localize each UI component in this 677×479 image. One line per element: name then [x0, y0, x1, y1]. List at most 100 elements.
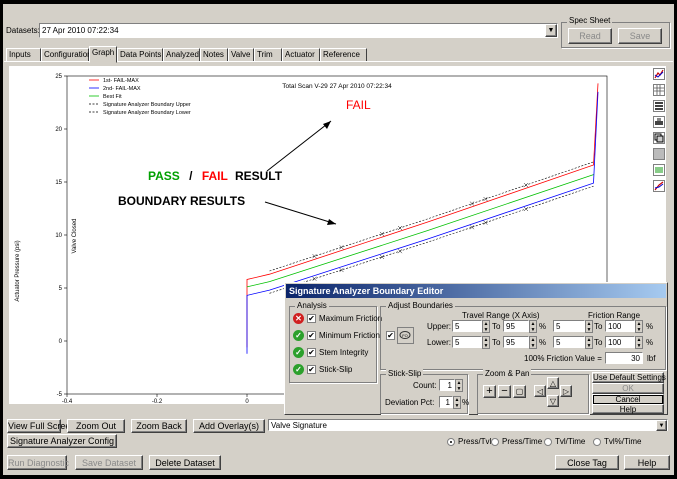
- boundary-annotation: BOUNDARY RESULTS: [118, 194, 245, 208]
- tab-analyzed[interactable]: Analyzed: [163, 48, 200, 62]
- radio-tvl-time[interactable]: [593, 438, 601, 446]
- add-overlay-button[interactable]: Add Overlay(s): [193, 419, 265, 433]
- y-axis-label: Actuator Pressure (psi): [15, 240, 21, 301]
- dataset-select[interactable]: 27 Apr 2010 07:22:34 ▼: [39, 23, 558, 38]
- close-tag-button[interactable]: Close Tag: [555, 455, 619, 470]
- chevron-down-icon[interactable]: ▼: [656, 420, 667, 431]
- stick-slip-title: Stick-Slip: [386, 369, 424, 378]
- pass-fail-annotation: PASS / FAIL RESULT: [148, 169, 283, 183]
- friction-value-input[interactable]: 30: [605, 352, 643, 364]
- radio-label: Press/Tvl: [458, 437, 492, 446]
- zoom-out-button[interactable]: Zoom Out: [67, 419, 125, 433]
- spinner-icon[interactable]: ▲ ▼: [585, 320, 593, 333]
- lower-travel-from[interactable]: 5: [452, 336, 482, 348]
- use-default-settings-button[interactable]: Use Default Settings: [592, 372, 666, 383]
- x-tick-label: -0.4: [62, 399, 73, 404]
- read-button[interactable]: Read: [568, 28, 612, 44]
- radio-tvl-time[interactable]: [544, 438, 552, 446]
- adjust-title: Adjust Boundaries: [386, 301, 455, 310]
- list-icon[interactable]: [653, 100, 665, 112]
- spinner-icon[interactable]: ▲ ▼: [453, 396, 461, 409]
- upper-friction-to[interactable]: 100: [605, 320, 635, 332]
- tab-actuator[interactable]: Actuator: [282, 48, 320, 62]
- fit-icon[interactable]: ▢: [513, 385, 526, 398]
- to-label: To: [594, 338, 603, 347]
- tab-configuration[interactable]: Configuration: [41, 48, 92, 62]
- lower-label: Lower:: [427, 338, 452, 347]
- lower-friction-to[interactable]: 100: [605, 336, 635, 348]
- save-button[interactable]: Save: [618, 28, 662, 44]
- spinner-icon[interactable]: ▲ ▼: [482, 320, 490, 333]
- dialog-help-button[interactable]: Help: [592, 404, 664, 414]
- pct-label: %: [646, 322, 654, 331]
- save-dataset-button[interactable]: Save Dataset: [75, 455, 143, 470]
- pan-down-icon[interactable]: ▽: [547, 395, 559, 407]
- spinner-icon[interactable]: ▲ ▼: [455, 379, 463, 392]
- ok-button[interactable]: OK: [592, 383, 664, 394]
- pct-label: %: [539, 338, 547, 347]
- tab-inputs[interactable]: Inputs: [6, 48, 41, 62]
- view-full-screen-button[interactable]: View Full Screen: [7, 419, 75, 433]
- spinner-icon[interactable]: ▲ ▼: [585, 336, 593, 349]
- zoom-pan-group: Zoom & Pan + − ▢ ◁ △ ▽ ▷: [477, 369, 589, 414]
- pan-up-icon[interactable]: △: [547, 377, 559, 389]
- spinner-icon[interactable]: ▲ ▼: [482, 336, 490, 349]
- deviation-input[interactable]: 1: [439, 396, 453, 408]
- tab-reference[interactable]: Reference: [320, 48, 367, 62]
- tab-graph[interactable]: Graph: [89, 46, 117, 63]
- run-diagnostic-button[interactable]: Run Diagnostic: [7, 455, 69, 470]
- radio-press-tvl[interactable]: [447, 438, 455, 446]
- analysis-checkbox[interactable]: ✔: [307, 365, 316, 374]
- zoom-out-icon[interactable]: −: [498, 385, 511, 398]
- stick-slip-group: Stick-Slip Count: 1 ▲ ▼ Deviation Pct: 1 …: [380, 369, 469, 414]
- spinner-icon[interactable]: ▲ ▼: [529, 336, 537, 349]
- pan-left-icon[interactable]: ◁: [534, 385, 546, 397]
- analysis-checkbox[interactable]: ✔: [307, 314, 316, 323]
- tab-data-points[interactable]: Data Points: [117, 48, 163, 62]
- print-icon[interactable]: [653, 116, 665, 128]
- zoom-back-button[interactable]: Zoom Back: [131, 419, 187, 433]
- dialog-title-bar[interactable]: Signature Analyzer Boundary Editor: [286, 284, 666, 298]
- to-label: To: [492, 338, 501, 347]
- spinner-icon[interactable]: ▲ ▼: [635, 336, 643, 349]
- spinner-icon[interactable]: ▲ ▼: [635, 320, 643, 333]
- tab-trim[interactable]: Trim: [254, 48, 282, 62]
- count-input[interactable]: 1: [439, 379, 455, 391]
- tab-valve[interactable]: Valve: [228, 48, 254, 62]
- delete-dataset-button[interactable]: Delete Dataset: [149, 455, 221, 470]
- friction-value-label: 100% Friction Value =: [524, 354, 602, 363]
- grid-icon[interactable]: [653, 84, 665, 96]
- y-tick-label: 25: [55, 74, 62, 80]
- pass-status-icon: ✓: [293, 347, 304, 358]
- zoom-in-icon[interactable]: +: [483, 385, 496, 398]
- spec-sheet-title: Spec Sheet: [567, 16, 613, 25]
- upper-travel-to[interactable]: 95: [503, 320, 529, 332]
- analysis-checkbox[interactable]: ✔: [307, 348, 316, 357]
- radio-press-time[interactable]: [491, 438, 499, 446]
- result-text: RESULT: [235, 169, 283, 183]
- lower-travel-to[interactable]: 95: [503, 336, 529, 348]
- tab-notes[interactable]: Notes: [200, 48, 228, 62]
- pan-right-icon[interactable]: ▷: [560, 385, 572, 397]
- help-button[interactable]: Help: [624, 455, 670, 470]
- spinner-icon[interactable]: ▲ ▼: [529, 320, 537, 333]
- pct-label: %: [539, 322, 547, 331]
- upper-friction-from[interactable]: 5: [553, 320, 585, 332]
- sa-config-button[interactable]: Signature Analyzer Config: [7, 434, 117, 448]
- adjust-checkbox[interactable]: ✔: [386, 331, 395, 340]
- trend-icon[interactable]: [653, 180, 665, 192]
- main-window: Datasets: 27 Apr 2010 07:22:34 ▼ Spec Sh…: [3, 4, 674, 475]
- copy-icon[interactable]: [653, 132, 665, 144]
- lower-friction-from[interactable]: 5: [553, 336, 585, 348]
- separator-text: /: [189, 169, 193, 183]
- upper-travel-from[interactable]: 5: [452, 320, 482, 332]
- pct-label: %: [646, 338, 654, 347]
- overlay-select[interactable]: Valve Signature ▼: [268, 419, 668, 431]
- chevron-down-icon[interactable]: ▼: [545, 24, 557, 37]
- analysis-checkbox[interactable]: ✔: [307, 331, 316, 340]
- chart-type-icon[interactable]: [653, 68, 665, 80]
- zoom-icon[interactable]: [653, 164, 665, 176]
- boundary-link-icon: FO: [397, 327, 414, 344]
- spec-sheet-group: Spec Sheet Read Save: [561, 16, 670, 48]
- y-tick-label: -5: [57, 392, 63, 398]
